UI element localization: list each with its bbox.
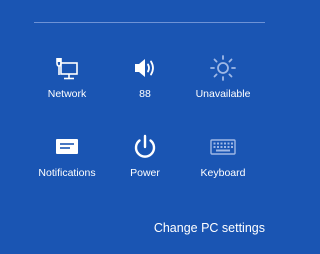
notifications-label: Notifications [38, 167, 96, 179]
notifications-tile[interactable]: Notifications [22, 132, 112, 188]
keyboard-tile[interactable]: Keyboard [178, 132, 268, 188]
keyboard-icon [208, 132, 238, 162]
brightness-tile[interactable]: Unavailable [178, 53, 268, 109]
power-icon [130, 132, 160, 162]
power-label: Power [130, 167, 160, 179]
network-tile[interactable]: Network [22, 53, 112, 109]
speaker-icon [130, 53, 160, 83]
notifications-icon [52, 132, 82, 162]
network-icon [52, 53, 82, 83]
change-pc-settings-link[interactable]: Change PC settings [154, 221, 265, 235]
volume-label: 88 [139, 88, 151, 100]
divider [34, 22, 265, 23]
network-label: Network [47, 88, 87, 100]
volume-tile[interactable]: 88 [100, 53, 190, 109]
brightness-icon [208, 53, 238, 83]
keyboard-label: Keyboard [200, 167, 246, 179]
brightness-label: Unavailable [195, 88, 251, 100]
power-tile[interactable]: Power [100, 132, 190, 188]
